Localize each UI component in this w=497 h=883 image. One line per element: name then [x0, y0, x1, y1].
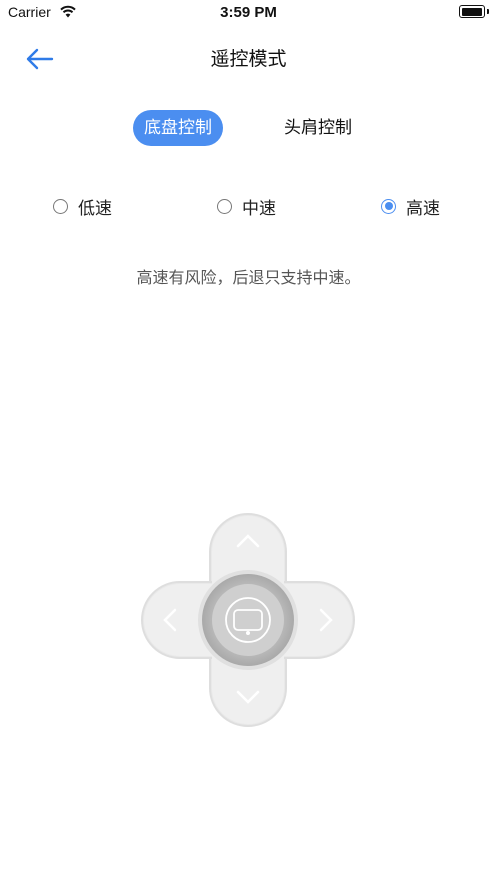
radio-high-speed[interactable]: 高速: [381, 193, 440, 219]
radio-circle: [217, 198, 232, 214]
navigation-bar: 遥控模式: [0, 36, 497, 80]
radio-label: 中速: [242, 198, 276, 219]
radio-label: 高速: [406, 198, 440, 219]
radio-label: 低速: [78, 198, 112, 219]
radio-circle: [381, 198, 396, 214]
dpad-up-button[interactable]: [218, 518, 278, 578]
radio-medium-speed[interactable]: 中速: [217, 193, 276, 219]
speed-warning-text: 高速有风险，后退只支持中速。: [136, 268, 361, 287]
battery-icon: [459, 5, 489, 20]
speed-selector: 低速 中速 高速: [0, 193, 497, 219]
tab-head-shoulder-control[interactable]: 头肩控制: [270, 110, 366, 146]
dpad-right-button[interactable]: [290, 590, 350, 650]
dpad-graphic: [141, 513, 355, 727]
clock: 3:59 PM: [220, 4, 277, 21]
dpad-left-button[interactable]: [146, 590, 206, 650]
page-title: 遥控模式: [210, 48, 287, 70]
mode-tabs: 底盘控制 头肩控制: [0, 110, 497, 146]
radio-circle: [53, 198, 68, 214]
dpad-down-button[interactable]: [218, 662, 278, 722]
dpad-controller: [140, 512, 356, 728]
tab-chassis-control[interactable]: 底盘控制: [133, 110, 223, 146]
dpad-center-button[interactable]: [198, 570, 298, 670]
status-bar: Carrier 3:59 PM: [0, 0, 497, 26]
radio-low-speed[interactable]: 低速: [53, 193, 112, 219]
